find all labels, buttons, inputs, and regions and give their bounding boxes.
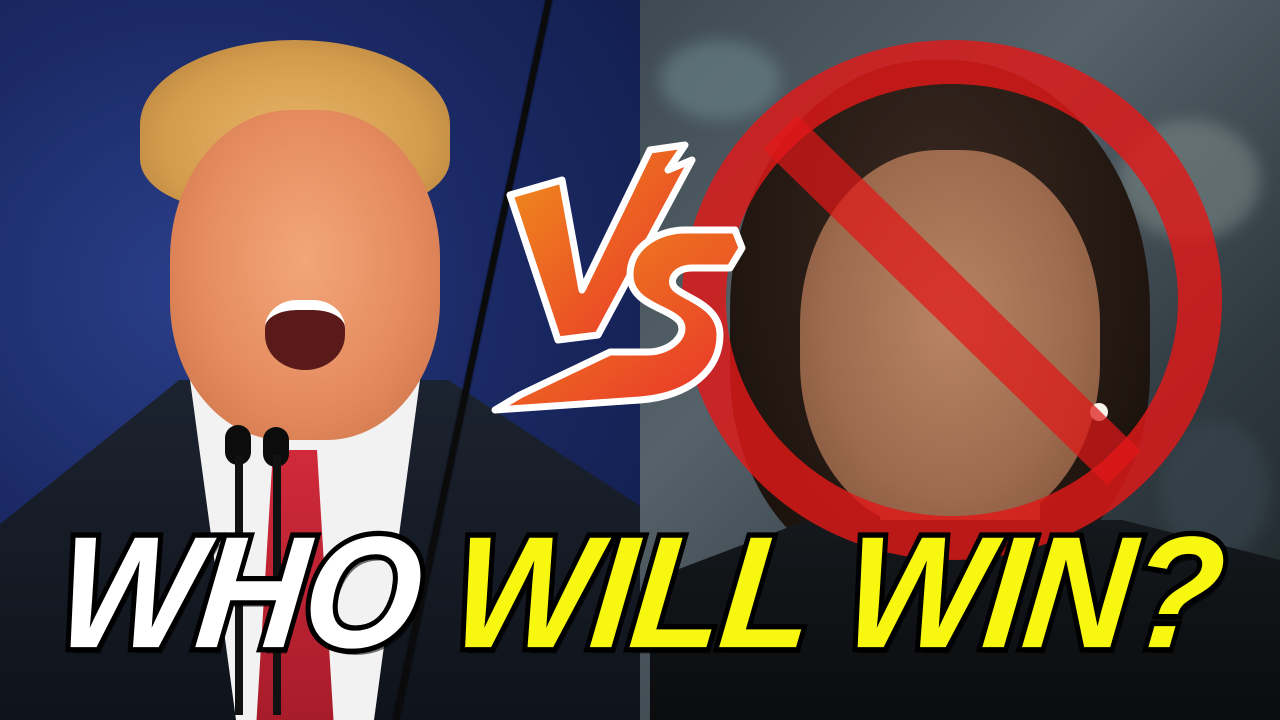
headline-word-win: WIN? bbox=[831, 498, 1235, 686]
vs-badge-text: VS bbox=[480, 130, 482, 131]
vs-badge: VS bbox=[480, 130, 746, 414]
headline: WHO WILL WIN? bbox=[0, 486, 1280, 698]
left-person-mouth bbox=[265, 300, 345, 370]
headline-word-who: WHO bbox=[44, 498, 434, 686]
left-person-face bbox=[170, 110, 440, 440]
thumbnail: VS WHO WILL WIN? bbox=[0, 0, 1280, 720]
headline-word-will: WILL bbox=[439, 498, 827, 686]
